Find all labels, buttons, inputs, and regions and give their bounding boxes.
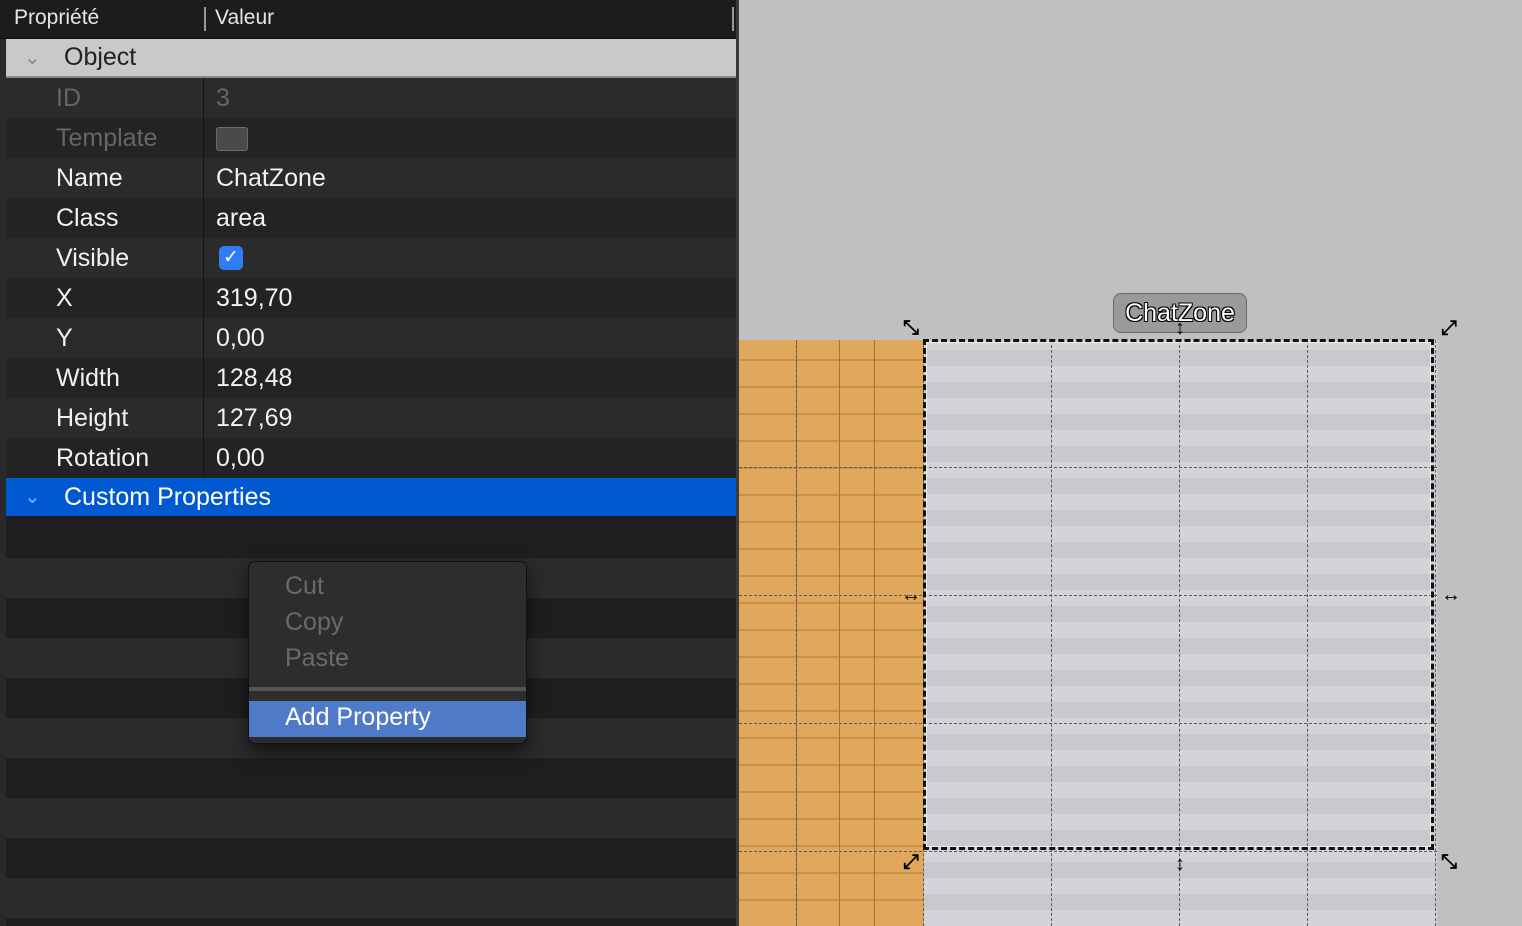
column-separator-end — [732, 7, 734, 31]
property-value-name[interactable]: ChatZone — [216, 164, 326, 193]
property-value: 3 — [216, 84, 230, 112]
chevron-down-icon[interactable]: ⌄ — [24, 484, 41, 509]
row-divider — [203, 318, 204, 358]
property-row-x[interactable]: X 319,70 — [6, 278, 736, 318]
properties-panel: Propriété Valeur ⌄ Object ID 3 Template … — [0, 0, 738, 926]
grid-line — [739, 851, 1437, 852]
row-divider — [203, 438, 204, 478]
property-value-x[interactable]: 319,70 — [216, 284, 292, 313]
checkmark-icon: ✓ — [223, 247, 239, 268]
row-divider — [203, 198, 204, 238]
row-divider — [203, 238, 204, 278]
menu-separator — [249, 687, 526, 691]
property-row-id[interactable]: ID 3 — [6, 78, 736, 118]
property-row-class[interactable]: Class area — [6, 198, 736, 238]
property-key: Width — [56, 364, 120, 392]
grid-line — [874, 340, 875, 926]
property-row-y[interactable]: Y 0,00 — [6, 318, 736, 358]
property-row-visible[interactable]: Visible ✓ — [6, 238, 736, 278]
menu-item-add-property[interactable]: Add Property — [249, 701, 526, 737]
property-row-height[interactable]: Height 127,69 — [6, 398, 736, 438]
row-divider — [203, 118, 204, 158]
property-value-height[interactable]: 127,69 — [216, 404, 292, 433]
selection-rectangle[interactable] — [923, 339, 1434, 850]
column-header-property[interactable]: Propriété — [14, 6, 99, 30]
row-divider — [203, 278, 204, 318]
empty-row — [6, 798, 736, 838]
resize-se-icon[interactable]: ⤡ — [1438, 851, 1460, 873]
property-key: Visible — [56, 244, 130, 272]
resize-w-icon[interactable]: ↔ — [900, 584, 922, 606]
property-value-rotation[interactable]: 0,00 — [216, 444, 265, 473]
property-key: Height — [56, 404, 129, 432]
chevron-down-icon[interactable]: ⌄ — [24, 45, 41, 70]
property-key: X — [56, 284, 73, 312]
empty-row — [6, 838, 736, 878]
property-row-name[interactable]: Name ChatZone — [6, 158, 736, 198]
properties-header: Propriété Valeur — [0, 0, 736, 39]
grid-line — [839, 340, 840, 926]
resize-n-icon[interactable]: ↕ — [1169, 317, 1191, 339]
menu-item-copy[interactable]: Copy — [249, 606, 526, 642]
row-divider — [203, 78, 204, 118]
property-key: Name — [56, 164, 123, 192]
grid-line — [1435, 340, 1436, 926]
context-menu: Cut Copy Paste Add Property — [248, 561, 527, 744]
row-divider — [203, 158, 204, 198]
column-header-value[interactable]: Valeur — [215, 6, 274, 30]
map-canvas[interactable]: ChatZone ⤡ ⤢ ↔ ↔ ⤢ ⤡ ↕ ↕ — [739, 0, 1522, 926]
property-value-width[interactable]: 128,48 — [216, 364, 292, 393]
empty-row — [6, 918, 736, 926]
row-divider — [203, 398, 204, 438]
visible-checkbox[interactable]: ✓ — [219, 246, 243, 270]
resize-s-icon[interactable]: ↕ — [1169, 853, 1191, 875]
empty-row — [6, 878, 736, 918]
property-key: Class — [56, 204, 119, 232]
empty-row — [6, 758, 736, 798]
group-custom-label: Custom Properties — [64, 483, 272, 511]
group-custom-properties[interactable]: ⌄ Custom Properties — [6, 478, 736, 516]
resize-nw-icon[interactable]: ⤡ — [900, 317, 922, 339]
grid-line — [796, 340, 797, 926]
property-row-template[interactable]: Template — [6, 118, 736, 158]
property-value-y[interactable]: 0,00 — [216, 324, 265, 353]
menu-item-paste[interactable]: Paste — [249, 642, 526, 678]
property-value-class[interactable]: area — [216, 204, 266, 233]
property-key: Y — [56, 324, 73, 352]
property-key: Template — [56, 124, 158, 152]
column-separator[interactable] — [204, 7, 206, 31]
empty-row — [6, 518, 736, 558]
template-icon[interactable] — [216, 127, 248, 151]
row-divider — [203, 358, 204, 398]
resize-sw-icon[interactable]: ⤢ — [900, 851, 922, 873]
menu-item-cut[interactable]: Cut — [249, 570, 526, 606]
property-row-width[interactable]: Width 128,48 — [6, 358, 736, 398]
property-key: Rotation — [56, 444, 150, 472]
resize-ne-icon[interactable]: ⤢ — [1438, 317, 1460, 339]
wood-floor-tiles — [739, 340, 924, 926]
group-object[interactable]: ⌄ Object — [6, 39, 736, 78]
property-key: ID — [56, 84, 81, 112]
resize-e-icon[interactable]: ↔ — [1440, 584, 1462, 606]
property-row-rotation[interactable]: Rotation 0,00 — [6, 438, 736, 478]
group-object-label: Object — [64, 43, 137, 71]
